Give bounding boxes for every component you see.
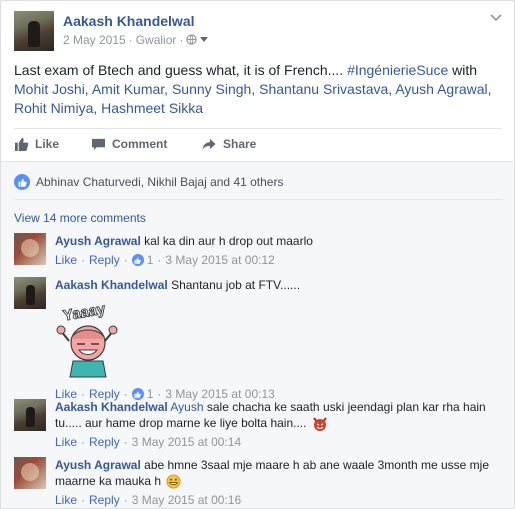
divider	[14, 199, 502, 200]
post-location[interactable]: Gwalior	[136, 33, 177, 47]
post-card: Aakash Khandelwal 2 May 2015 · Gwalior · La…	[0, 0, 515, 509]
comment-author[interactable]: Ayush Agrawal	[55, 234, 141, 248]
post-text: Last exam of Btech and guess what, it is…	[14, 61, 502, 118]
comment-item: Ayush Agrawal kal ka din aur h drop out …	[14, 233, 500, 269]
share-icon	[202, 138, 216, 150]
avatar[interactable]	[14, 457, 46, 489]
comment-timestamp[interactable]: 3 May 2015 at 00:16	[132, 492, 241, 508]
like-thumb-icon	[14, 174, 30, 190]
avatar[interactable]	[14, 277, 46, 309]
share-button[interactable]: Share	[201, 137, 256, 151]
like-label: Like	[35, 137, 60, 151]
grin-emoji-icon	[166, 474, 181, 489]
devil-emoji-icon	[313, 417, 327, 432]
comment-like-link[interactable]: Like	[55, 434, 77, 450]
comment-item: Aakash Khandelwal Ayush sale chacha ke s…	[14, 399, 500, 451]
chevron-down-icon[interactable]	[490, 9, 502, 25]
likes-summary-row[interactable]: Abhinav Chaturvedi, Nikhil Bajaj and 41 …	[14, 174, 283, 190]
avatar[interactable]	[14, 399, 46, 431]
comment-mention[interactable]: Ayush	[170, 400, 203, 414]
comment-item: Aakash Khandelwal Shantanu job at FTV...…	[14, 277, 500, 401]
comment-like-link[interactable]: Like	[55, 252, 77, 268]
post-text-with: with	[448, 62, 478, 78]
comment-author[interactable]: Ayush Agrawal	[55, 458, 141, 472]
post-date[interactable]: 2 May 2015	[63, 33, 126, 47]
avatar[interactable]	[14, 233, 46, 265]
yaaay-sticker[interactable]: Yaaay	[55, 300, 121, 379]
comment-author[interactable]: Aakash Khandelwal	[55, 278, 168, 292]
comment-reply-link[interactable]: Reply	[89, 492, 120, 508]
like-button[interactable]: Like	[14, 137, 59, 151]
sticker-text: Yaaay	[62, 301, 107, 325]
comment-timestamp[interactable]: 3 May 2015 at 00:12	[165, 252, 274, 268]
comment-like-link[interactable]: Like	[55, 492, 77, 508]
view-more-comments-link[interactable]: View 14 more comments	[14, 211, 146, 225]
post-text-main: Last exam of Btech and guess what, it is…	[14, 62, 348, 78]
tagged-friends[interactable]: Mohit Joshi, Amit Kumar, Sunny Singh, Sh…	[14, 81, 492, 116]
comment-label: Comment	[112, 137, 168, 151]
share-label: Share	[223, 137, 257, 151]
comment-text: Shantanu job at FTV......	[171, 278, 301, 292]
post-header: Aakash Khandelwal 2 May 2015 · Gwalior ·	[14, 11, 502, 51]
dropdown-arrow-icon[interactable]	[200, 33, 209, 47]
likes-summary-text[interactable]: Abhinav Chaturvedi, Nikhil Bajaj and 41 …	[36, 175, 283, 189]
post-hashtag[interactable]: #IngénierieSuce	[347, 62, 448, 78]
comment-like-count[interactable]: 1	[147, 252, 154, 268]
comments-section: Abhinav Chaturvedi, Nikhil Bajaj and 41 …	[1, 161, 514, 508]
like-thumb-icon	[14, 137, 29, 151]
comment-reply-link[interactable]: Reply	[89, 252, 120, 268]
globe-icon[interactable]	[186, 33, 198, 47]
comment-text: kal ka din aur h drop out maarlo	[144, 234, 313, 248]
comment-author[interactable]: Aakash Khandelwal	[55, 400, 168, 414]
comment-timestamp[interactable]: 3 May 2015 at 00:14	[132, 434, 241, 450]
comment-reply-link[interactable]: Reply	[89, 434, 120, 450]
comment-icon	[92, 138, 105, 150]
divider	[14, 128, 502, 129]
comment-button[interactable]: Comment	[91, 137, 167, 151]
like-thumb-icon[interactable]	[131, 254, 144, 266]
author-avatar[interactable]	[14, 11, 54, 51]
author-name[interactable]: Aakash Khandelwal	[63, 13, 195, 29]
comment-item: Ayush Agrawal abe hmne 3saal mje maare h…	[14, 457, 500, 507]
post-meta: 2 May 2015 · Gwalior ·	[63, 33, 209, 47]
